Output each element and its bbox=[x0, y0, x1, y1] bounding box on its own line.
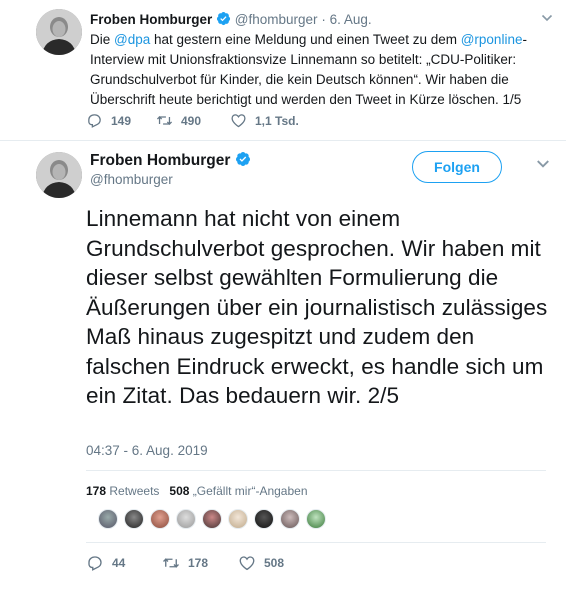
likes-stat-count: 508 bbox=[169, 484, 190, 498]
author-handle[interactable]: @fhomburger bbox=[90, 172, 173, 187]
retweets-stat[interactable]: 178 Retweets bbox=[86, 484, 159, 498]
heart-icon bbox=[231, 114, 246, 128]
tweet-text: Die @dpa hat gestern eine Meldung und ei… bbox=[90, 30, 550, 110]
author-handle[interactable]: @fhomburger bbox=[235, 12, 318, 27]
retweet-icon bbox=[163, 558, 179, 568]
liker-avatars bbox=[98, 509, 332, 529]
author-name-line: Froben Homburger bbox=[90, 151, 251, 170]
like-count: 1,1 Tsd. bbox=[255, 113, 299, 128]
divider bbox=[86, 542, 546, 543]
chevron-down-icon[interactable] bbox=[536, 157, 550, 171]
like-button[interactable]: 1,1 Tsd. bbox=[230, 112, 299, 129]
author-name[interactable]: Froben Homburger bbox=[90, 152, 230, 169]
retweets-stat-count: 178 bbox=[86, 484, 107, 498]
liker-avatar[interactable] bbox=[280, 509, 300, 529]
divider bbox=[86, 470, 546, 471]
verified-badge-icon bbox=[235, 152, 250, 166]
tweet-actions: 149 490 1,1 Tsd. bbox=[86, 112, 299, 129]
divider bbox=[0, 140, 566, 141]
liker-avatar[interactable] bbox=[98, 509, 118, 529]
retweet-button[interactable]: 490 bbox=[156, 112, 208, 129]
likes-stat[interactable]: 508 „Gefällt mir“-Angaben bbox=[169, 484, 307, 498]
liker-avatar[interactable] bbox=[254, 509, 274, 529]
like-count: 508 bbox=[264, 556, 285, 570]
follow-button[interactable]: Folgen bbox=[412, 151, 502, 183]
liker-avatar[interactable] bbox=[228, 509, 248, 529]
separator: · bbox=[321, 12, 326, 27]
chevron-down-icon[interactable] bbox=[541, 12, 553, 24]
author-name[interactable]: Froben Homburger bbox=[90, 12, 212, 27]
verified-badge-icon bbox=[216, 11, 231, 26]
tweet-header: Froben Homburger @fhomburger · 6. Aug. bbox=[90, 11, 372, 27]
liker-avatar[interactable] bbox=[202, 509, 222, 529]
reply-icon bbox=[88, 556, 102, 571]
likes-stat-label: „Gefällt mir“-Angaben bbox=[192, 484, 308, 498]
tweet-text-part: hat gestern eine Meldung und einen Tweet… bbox=[150, 32, 461, 47]
reply-button[interactable]: 44 bbox=[86, 554, 134, 572]
reply-count: 44 bbox=[112, 556, 126, 570]
heart-icon bbox=[239, 556, 255, 571]
retweet-count: 178 bbox=[188, 556, 209, 570]
liker-avatar[interactable] bbox=[150, 509, 170, 529]
tweet-date[interactable]: 6. Aug. bbox=[330, 12, 372, 27]
reply-icon bbox=[88, 114, 101, 128]
mention-link[interactable]: @dpa bbox=[114, 32, 150, 47]
like-button[interactable]: 508 bbox=[238, 554, 284, 572]
mention-link[interactable]: @rponline bbox=[461, 32, 523, 47]
avatar[interactable] bbox=[36, 152, 82, 198]
liker-avatar[interactable] bbox=[176, 509, 196, 529]
tweet-actions: 44 178 508 bbox=[86, 554, 284, 572]
liker-avatar[interactable] bbox=[306, 509, 326, 529]
reply-button[interactable]: 149 bbox=[86, 112, 136, 129]
retweet-icon bbox=[156, 116, 173, 125]
liker-avatar[interactable] bbox=[124, 509, 144, 529]
tweet-text: Linnemann hat nicht von einem Grundschul… bbox=[86, 206, 548, 408]
retweets-stat-label: Retweets bbox=[109, 484, 160, 498]
avatar[interactable] bbox=[36, 9, 82, 55]
retweet-count: 490 bbox=[181, 113, 202, 128]
retweet-button[interactable]: 178 bbox=[162, 554, 216, 572]
tweet-timestamp[interactable]: 04:37 - 6. Aug. 2019 bbox=[86, 443, 208, 458]
tweet-stats: 178 Retweets 508 „Gefällt mir“-Angaben bbox=[86, 484, 308, 498]
reply-count: 149 bbox=[111, 113, 132, 128]
tweet-text-part: Die bbox=[90, 32, 115, 47]
